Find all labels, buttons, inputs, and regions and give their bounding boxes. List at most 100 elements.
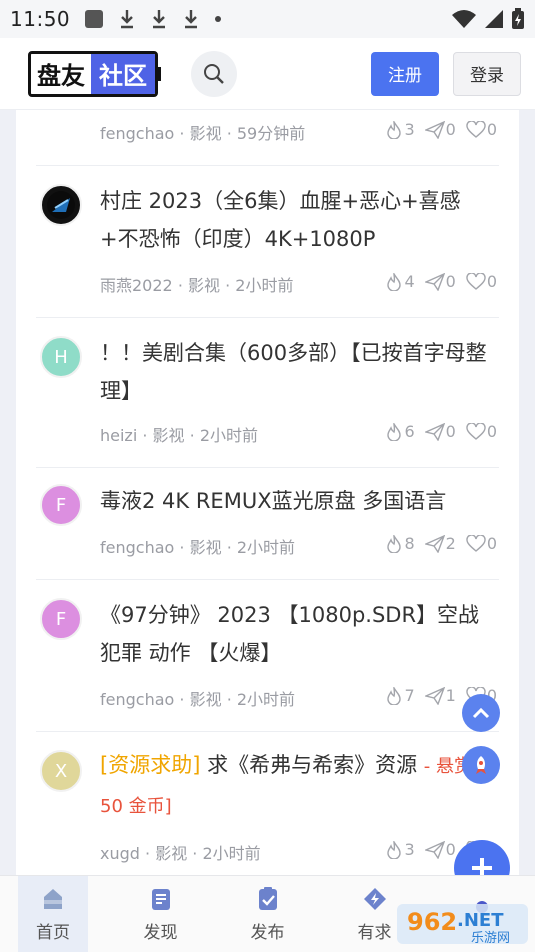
post-category: 影视: [155, 844, 188, 863]
nav-label: 首页: [36, 922, 70, 943]
likes-stat[interactable]: 3: [385, 840, 415, 859]
search-button[interactable]: [191, 50, 237, 97]
heart-icon: [466, 120, 486, 138]
post-time: 2小时前: [236, 690, 296, 709]
post-meta: xugd · 影视 · 2小时前: [100, 844, 261, 863]
post-time: 2小时前: [202, 844, 261, 863]
watermark-text-site: 乐游网: [471, 931, 510, 946]
fire-icon: [387, 422, 402, 441]
send-icon: [424, 534, 445, 553]
post-stats: 4 0 0: [385, 272, 497, 291]
chevron-up-icon: [472, 707, 490, 719]
shares-stat[interactable]: 2: [424, 534, 456, 553]
list-item[interactable]: 村庄 2023（全6集）血腥+恶心+喜感+不恐怖（印度）4K+1080P 雨燕2…: [36, 166, 499, 318]
watermark-text-net: .NET: [457, 910, 504, 931]
send-icon: [424, 272, 445, 291]
post-title[interactable]: 村庄 2023（全6集）血腥+恶心+喜感+不恐怖（印度）4K+1080P: [100, 182, 495, 258]
post-category: 影视: [189, 690, 222, 709]
likes-stat[interactable]: 6: [385, 422, 415, 441]
shares-stat[interactable]: 1: [424, 686, 456, 705]
avatar[interactable]: H: [40, 336, 82, 378]
post-time: 2小时前: [235, 276, 294, 295]
post-author: 雨燕2022: [100, 276, 173, 295]
avatar[interactable]: X: [40, 750, 82, 792]
rocket-button[interactable]: [462, 746, 500, 784]
heart-icon: [466, 534, 486, 552]
shares-stat[interactable]: 0: [424, 272, 456, 291]
post-meta: heizi · 影视 · 2小时前: [100, 426, 259, 445]
favs-stat[interactable]: 0: [466, 120, 497, 139]
post-stats: 3 0 0: [385, 120, 497, 139]
logo-tail: [157, 66, 161, 81]
post-meta: fengchao · 影视 · 2小时前: [100, 690, 296, 709]
likes-stat[interactable]: 4: [385, 272, 415, 291]
list-item[interactable]: H ！！美剧合集（600多部）【已按首字母整理】 heizi · 影视 · 2小…: [36, 318, 499, 468]
avatar[interactable]: F: [40, 598, 82, 640]
avatar-image-icon: [47, 191, 75, 219]
signal-icon: [485, 10, 503, 28]
post-title[interactable]: ！！美剧合集（600多部）【已按首字母整理】: [100, 334, 495, 410]
favs-stat[interactable]: 0: [466, 272, 497, 291]
register-button[interactable]: 注册: [371, 51, 439, 96]
likes-stat[interactable]: 7: [385, 686, 415, 705]
send-icon: [424, 840, 445, 859]
post-title[interactable]: [资源求助] 求《希弗与希索》资源 - 悬赏 50 金币]: [100, 746, 495, 826]
list-item[interactable]: fengchao · 影视 · 59分钟前 3 0 0: [36, 110, 499, 166]
shares-stat[interactable]: 0: [424, 840, 456, 859]
nav-label: 发布: [250, 922, 285, 943]
download-icon: [185, 10, 198, 29]
discover-icon: [151, 888, 170, 910]
shares-stat[interactable]: 0: [424, 120, 456, 139]
login-button[interactable]: 登录: [453, 51, 521, 96]
likes-stat[interactable]: 8: [385, 534, 415, 553]
list-item[interactable]: F 毒液2 4K REMUX蓝光原盘 多国语言 fengchao · 影视 · …: [36, 468, 499, 580]
nav-item-discover[interactable]: 发现: [107, 876, 214, 952]
scroll-top-button[interactable]: [462, 694, 500, 732]
nav-label: 发现: [143, 922, 178, 943]
fire-icon: [387, 534, 402, 553]
send-icon: [424, 686, 445, 705]
list-item[interactable]: X [资源求助] 求《希弗与希索》资源 - 悬赏 50 金币] xugd · 影…: [36, 732, 499, 875]
post-category: 影视: [189, 124, 222, 143]
post-time: 2小时前: [236, 538, 296, 557]
list-item[interactable]: F 《97分钟》 2023 【1080p.SDR】空战 犯罪 动作 【火爆】 f…: [36, 580, 499, 732]
rocket-icon: [476, 756, 486, 774]
post-meta: 雨燕2022 · 影视 · 2小时前: [100, 276, 294, 295]
post-stats: 6 0 0: [385, 422, 497, 441]
logo-text-right: 社区: [91, 53, 155, 94]
post-tag: [资源求助]: [100, 753, 201, 777]
download-icon: [121, 10, 134, 29]
nav-item-home[interactable]: 首页: [18, 876, 88, 952]
favs-stat[interactable]: 0: [466, 534, 497, 553]
search-icon: [204, 63, 224, 84]
avatar[interactable]: F: [40, 484, 82, 526]
post-title[interactable]: 毒液2 4K REMUX蓝光原盘 多国语言: [100, 482, 495, 520]
watermark-logo: 962 .NET 乐游网: [395, 900, 530, 948]
post-stats: 8 2 0: [385, 534, 497, 553]
status-bar: 11:50: [0, 0, 535, 38]
post-author: fengchao: [100, 538, 175, 557]
post-feed: fengchao · 影视 · 59分钟前 3 0 0 村庄 2023（全6集）…: [16, 110, 519, 875]
logo-text-left: 盘友: [31, 53, 91, 94]
avatar[interactable]: [40, 184, 82, 226]
post-author: fengchao: [100, 124, 175, 143]
nav-item-publish[interactable]: 发布: [214, 876, 321, 952]
fire-icon: [387, 840, 402, 859]
status-notification-icons: [84, 8, 222, 30]
shares-stat[interactable]: 0: [424, 422, 456, 441]
post-time: 2小时前: [199, 426, 259, 445]
send-icon: [424, 422, 445, 441]
likes-stat[interactable]: 3: [385, 120, 415, 139]
app-header: 盘友 社区 注册 登录: [0, 38, 535, 110]
post-title[interactable]: 《97分钟》 2023 【1080p.SDR】空战 犯罪 动作 【火爆】: [100, 596, 495, 672]
post-category: 影视: [152, 426, 185, 445]
heart-icon: [466, 422, 486, 440]
nav-label: 有求: [357, 922, 392, 943]
battery-icon: [512, 8, 524, 29]
site-logo[interactable]: 盘友 社区: [28, 50, 158, 97]
favs-stat[interactable]: 0: [466, 422, 497, 441]
post-author: xugd: [100, 844, 140, 863]
post-meta: fengchao · 影视 · 59分钟前: [100, 124, 306, 143]
post-author: fengchao: [100, 690, 175, 709]
app-square-icon: [85, 10, 104, 28]
